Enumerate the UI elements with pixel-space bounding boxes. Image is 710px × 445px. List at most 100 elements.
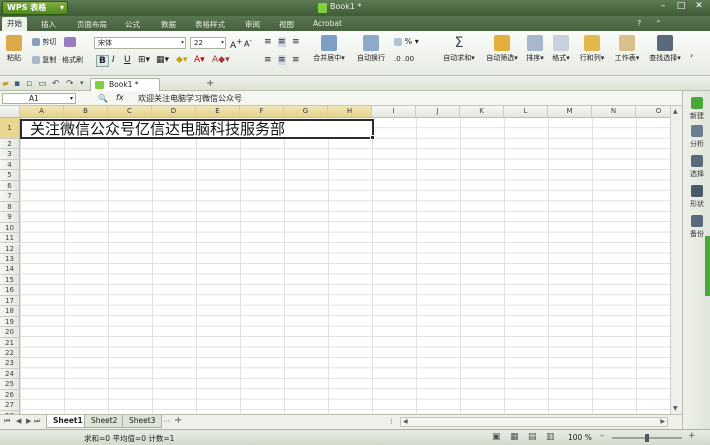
row-header-1[interactable]: 1 [0, 118, 20, 139]
row-header-24[interactable]: 24 [0, 368, 20, 380]
row-header-7[interactable]: 7 [0, 191, 20, 202]
cut-button[interactable]: 剪切 [32, 37, 56, 47]
row-header-4[interactable]: 4 [0, 159, 20, 171]
underline-icon[interactable]: U [124, 55, 131, 65]
new-tab-icon[interactable]: + [206, 78, 214, 89]
minimize-icon[interactable]: – [654, 1, 672, 11]
row-header-11[interactable]: 11 [0, 233, 20, 244]
align-top-icon[interactable]: ≡ [264, 37, 272, 47]
autosum-button[interactable]: Σ 自动求和▾ [440, 35, 478, 63]
column-header-j[interactable]: J [416, 106, 460, 118]
column-header-k[interactable]: K [460, 106, 504, 118]
align-center-icon[interactable]: ≡ [278, 55, 286, 65]
row-header-21[interactable]: 21 [0, 337, 20, 348]
column-header-e[interactable]: E [196, 106, 240, 118]
find-select-button[interactable]: 查找选择▾ [646, 35, 684, 63]
side-shape-button[interactable]: 形状 [683, 185, 710, 209]
open-folder-icon[interactable]: ▰ [2, 79, 9, 89]
decimal-icon[interactable]: .0 .00 [394, 55, 414, 63]
scroll-down-icon[interactable]: ▼ [673, 405, 678, 412]
formula-input[interactable]: 欢迎关注电脑学习微信公众号 [138, 93, 242, 104]
fill-color-icon[interactable]: ◆▾ [176, 55, 187, 65]
fill-handle[interactable] [370, 135, 375, 140]
select-all-corner[interactable] [0, 106, 20, 118]
app-menu-button[interactable]: WPS 表格 ▾ [2, 1, 68, 15]
zoom-cell-icon[interactable]: 🔍 [98, 94, 108, 103]
row-header-15[interactable]: 15 [0, 274, 20, 286]
row-col-button[interactable]: 行和列▾ [578, 35, 606, 63]
row-header-14[interactable]: 14 [0, 264, 20, 275]
zoom-slider[interactable] [612, 434, 682, 442]
help-icon[interactable]: ? [632, 18, 646, 29]
column-header-m[interactable]: M [548, 106, 592, 118]
align-middle-icon[interactable]: ≡ [278, 37, 286, 47]
row-header-3[interactable]: 3 [0, 149, 20, 160]
row-header-5[interactable]: 5 [0, 170, 20, 181]
page-break-view-icon[interactable]: ▦ [510, 432, 519, 442]
more-sheets-icon[interactable]: ⋯ [163, 417, 170, 425]
align-right-icon[interactable]: ≡ [292, 55, 300, 65]
name-box[interactable]: A1 ▾ [2, 93, 76, 104]
ribbon-more-icon[interactable]: › [690, 51, 693, 60]
horizontal-scrollbar[interactable]: ◀ ▶ [400, 417, 668, 427]
row-header-16[interactable]: 16 [0, 285, 20, 296]
splitter-icon[interactable]: ⁞ [390, 417, 393, 426]
close-icon[interactable]: ✕ [690, 1, 708, 11]
menu-page-layout[interactable]: 页面布局 [72, 18, 112, 31]
add-sheet-icon[interactable]: + [174, 415, 182, 426]
clear-format-icon[interactable]: A◆▾ [212, 55, 230, 65]
column-header-h[interactable]: H [328, 106, 372, 118]
first-sheet-icon[interactable]: ⏮ [4, 417, 10, 426]
row-header-22[interactable]: 22 [0, 348, 20, 359]
menu-insert[interactable]: 插入 [36, 18, 61, 31]
cell-grid[interactable] [20, 118, 682, 414]
print-icon[interactable]: ▫ [26, 79, 32, 89]
font-name-select[interactable]: 宋体 ▾ [94, 37, 186, 49]
paste-button[interactable]: 粘贴 [4, 35, 24, 63]
column-header-b[interactable]: B [64, 106, 108, 118]
sort-button[interactable]: 排序▾ [524, 35, 546, 63]
column-header-i[interactable]: I [372, 106, 416, 118]
qat-chevron-down-icon[interactable]: ▾ [80, 79, 84, 87]
normal-view-icon[interactable]: ▣ [492, 432, 501, 442]
font-size-select[interactable]: 22 ▾ [190, 37, 226, 49]
zoom-slider-thumb[interactable] [645, 434, 649, 442]
column-header-l[interactable]: L [504, 106, 548, 118]
redo-icon[interactable]: ↷ [66, 79, 74, 89]
row-header-17[interactable]: 17 [0, 295, 20, 307]
copy-button[interactable]: 复制 [32, 55, 56, 65]
maximize-icon[interactable]: □ [672, 1, 690, 11]
column-header-a[interactable]: A [20, 106, 64, 118]
side-panel-handle[interactable] [705, 236, 710, 296]
save-icon[interactable]: ▪ [14, 79, 20, 89]
print-preview-icon[interactable]: ▭ [38, 79, 47, 89]
row-header-20[interactable]: 20 [0, 327, 20, 338]
side-new-button[interactable]: 新建 [683, 97, 710, 121]
bold-icon[interactable]: B [96, 55, 109, 67]
number-format-button[interactable]: % ▾ [394, 37, 419, 46]
ribbon-minimize-icon[interactable]: ⌃ [650, 18, 667, 29]
next-sheet-icon[interactable]: ▶ [26, 417, 31, 425]
italic-icon[interactable]: I [112, 55, 115, 65]
font-color-icon[interactable]: A▾ [194, 55, 205, 65]
merge-border-icon[interactable]: ▦▾ [156, 55, 169, 65]
menu-acrobat[interactable]: Acrobat [308, 18, 347, 29]
function-icon[interactable]: fx [116, 93, 124, 102]
row-header-18[interactable]: 18 [0, 306, 20, 317]
sheet-tab-3[interactable]: Sheet3 [122, 415, 163, 428]
row-header-27[interactable]: 27 [0, 400, 20, 411]
grow-font-icon[interactable]: A+ [230, 37, 242, 51]
format-button[interactable]: 格式▾ [550, 35, 572, 63]
column-header-g[interactable]: G [284, 106, 328, 118]
menu-view[interactable]: 视图 [274, 18, 299, 31]
worksheet-button[interactable]: 工作表▾ [612, 35, 642, 63]
last-sheet-icon[interactable]: ⏭ [34, 417, 40, 426]
menu-review[interactable]: 审阅 [240, 18, 265, 31]
reading-view-icon[interactable]: ▥ [546, 432, 555, 442]
row-header-23[interactable]: 23 [0, 358, 20, 369]
row-header-6[interactable]: 6 [0, 180, 20, 192]
scroll-left-icon[interactable]: ◀ [403, 418, 408, 425]
menu-table-style[interactable]: 表格样式 [190, 18, 230, 31]
row-header-26[interactable]: 26 [0, 389, 20, 401]
zoom-in-icon[interactable]: + [688, 431, 696, 441]
